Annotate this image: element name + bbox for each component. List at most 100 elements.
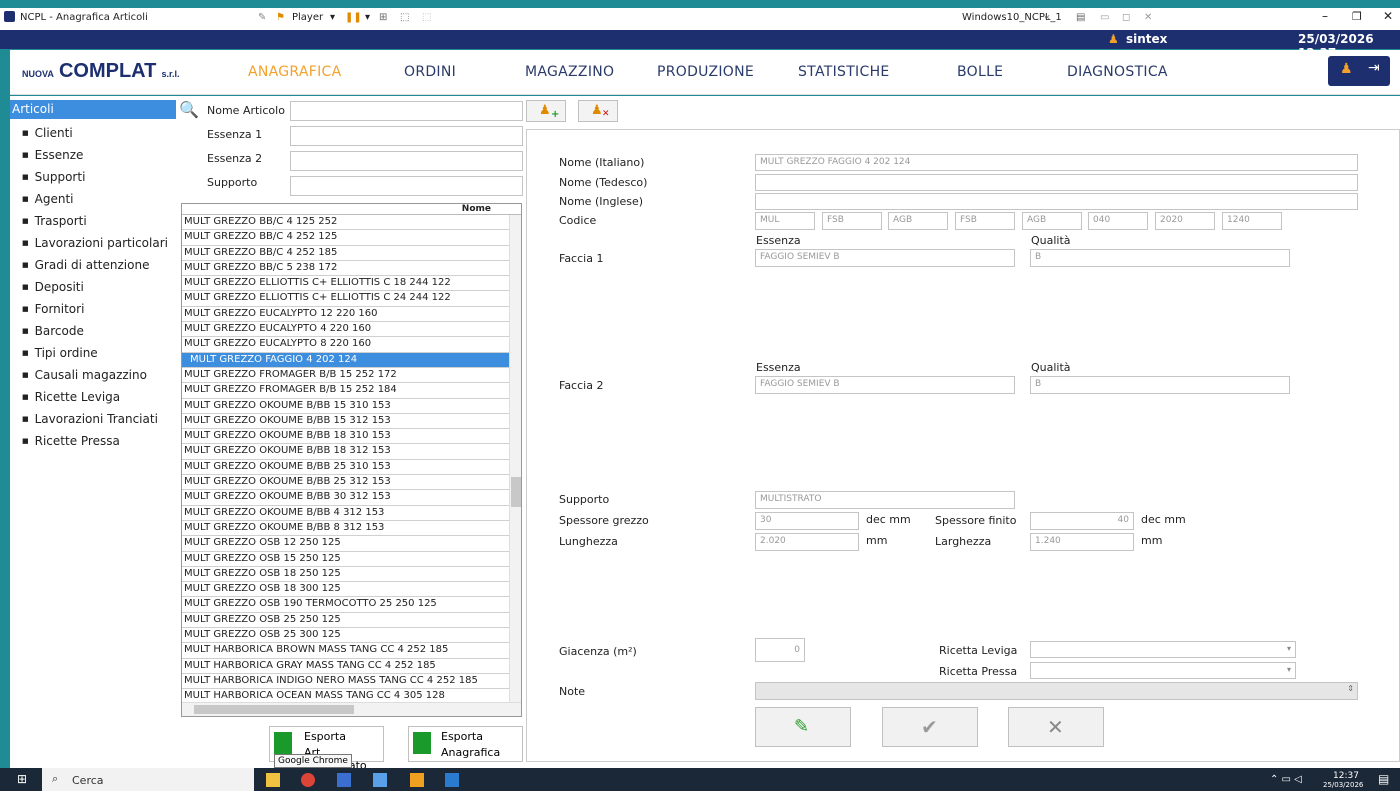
- supporto-input[interactable]: [290, 176, 523, 196]
- export-all-button[interactable]: Esporta Anagrafica: [408, 726, 523, 762]
- nome-it-field[interactable]: MULT GREZZO FAGGIO 4 202 124: [755, 154, 1358, 171]
- windows-start-icon[interactable]: ⊞: [17, 772, 27, 786]
- faccia2-essenza-field[interactable]: FAGGIO SEMIEV B: [755, 376, 1015, 394]
- sidebar-item-ricette-pressa[interactable]: Ricette Pressa: [22, 434, 120, 448]
- ricetta-leviga-select[interactable]: ▾: [1030, 641, 1296, 658]
- notifications-icon[interactable]: ▤: [1378, 772, 1389, 786]
- tray-icons[interactable]: ⌃ ▭ ◁: [1270, 774, 1302, 785]
- logout-icon[interactable]: ⇥: [1368, 60, 1380, 76]
- codice-part-2[interactable]: FSB: [822, 212, 882, 230]
- list-item[interactable]: MULT GREZZO BB/C 4 252 125: [182, 230, 521, 246]
- app-icon[interactable]: [373, 773, 387, 787]
- list-item[interactable]: MULT GREZZO OSB 12 250 125: [182, 536, 521, 552]
- vmware-icon[interactable]: [337, 773, 351, 787]
- list-item[interactable]: MULT GREZZO OSB 18 300 125: [182, 582, 521, 598]
- list-item[interactable]: MULT GREZZO EUCALYPTO 8 220 160: [182, 337, 521, 353]
- sidebar-item-causali-magazzino[interactable]: Causali magazzino: [22, 368, 147, 382]
- list-item[interactable]: MULT GREZZO OSB 25 300 125: [182, 628, 521, 644]
- sidebar-item-supporti[interactable]: Supporti: [22, 170, 86, 184]
- sidebar-item-depositi[interactable]: Depositi: [22, 280, 84, 294]
- sidebar-item-fornitori[interactable]: Fornitori: [22, 302, 85, 316]
- notes-icon[interactable]: ▤: [1076, 12, 1085, 23]
- list-item[interactable]: MULT GREZZO OKOUME B/BB 30 312 153: [182, 490, 521, 506]
- sidebar-item-tipi-ordine[interactable]: Tipi ordine: [22, 346, 98, 360]
- list-item[interactable]: MULT GREZZO OKOUME B/BB 18 310 153: [182, 429, 521, 445]
- app-icon[interactable]: [445, 773, 459, 787]
- codice-part-8[interactable]: 1240: [1222, 212, 1282, 230]
- spessore-grezzo-field[interactable]: 30: [755, 512, 859, 530]
- sidebar-item-gradi-attenzione[interactable]: Gradi di attenzione: [22, 258, 150, 272]
- list-item[interactable]: MULT GREZZO ELLIOTTIS C+ ELLIOTTIS C 24 …: [182, 291, 521, 307]
- list-item[interactable]: MULT GREZZO OSB 18 250 125: [182, 567, 521, 583]
- list-item[interactable]: MULT GREZZO EUCALYPTO 12 220 160: [182, 307, 521, 323]
- list-item[interactable]: MULT HARBORICA GRAY MASS TANG CC 4 252 1…: [182, 659, 521, 674]
- maximize-icon[interactable]: ❐: [1352, 10, 1362, 23]
- delete-articolo-button[interactable]: ♟ ✕: [578, 100, 618, 122]
- list-item[interactable]: MULT GREZZO FAGGIO 4 202 124: [182, 352, 521, 368]
- codice-part-6[interactable]: 040: [1088, 212, 1148, 230]
- nav-bolle[interactable]: BOLLE: [957, 64, 1003, 80]
- lunghezza-field[interactable]: 2.020: [755, 533, 859, 551]
- list-item[interactable]: MULT GREZZO ELLIOTTIS C+ ELLIOTTIS C 18 …: [182, 276, 521, 292]
- list-header[interactable]: Nome: [182, 204, 521, 215]
- sidebar-item-agenti[interactable]: Agenti: [22, 192, 74, 206]
- list-item[interactable]: MULT GREZZO BB/C 4 125 252: [182, 215, 521, 231]
- list-item[interactable]: MULT GREZZO OKOUME B/BB 15 310 153: [182, 399, 521, 414]
- chevron-down-icon[interactable]: ▾: [330, 12, 335, 23]
- user-icon[interactable]: ♟: [1340, 61, 1353, 77]
- list-item[interactable]: MULT GREZZO FROMAGER B/B 15 252 184: [182, 383, 521, 399]
- list-item[interactable]: MULT GREZZO OKOUME B/BB 25 312 153: [182, 475, 521, 491]
- vscrollbar-thumb[interactable]: [511, 477, 521, 507]
- codice-part-7[interactable]: 2020: [1155, 212, 1215, 230]
- list-hscrollbar[interactable]: [182, 702, 521, 716]
- list-item[interactable]: MULT GREZZO OSB 15 250 125: [182, 552, 521, 567]
- list-item[interactable]: MULT GREZZO OKOUME B/BB 4 312 153: [182, 506, 521, 521]
- list-item[interactable]: MULT GREZZO OKOUME B/BB 8 312 153: [182, 521, 521, 537]
- sidebar-item-lavorazioni-tranciati[interactable]: Lavorazioni Tranciati: [22, 412, 158, 426]
- sidebar-item-clienti[interactable]: Clienti: [22, 126, 73, 140]
- essenza2-input[interactable]: [290, 151, 523, 171]
- sidebar-item-ricette-leviga[interactable]: Ricette Leviga: [22, 390, 121, 404]
- vm-close-icon[interactable]: «: [1044, 12, 1050, 23]
- close-vm-icon[interactable]: ✕: [1144, 12, 1152, 23]
- chrome-icon[interactable]: [301, 773, 315, 787]
- close-icon[interactable]: ✕: [1383, 9, 1393, 23]
- restore-vm-icon[interactable]: ◻: [1122, 12, 1130, 23]
- sidebar-item-articoli[interactable]: Articoli: [10, 100, 176, 119]
- note-field[interactable]: ⇕: [755, 682, 1358, 700]
- nav-diagnostica[interactable]: DIAGNOSTICA: [1067, 64, 1168, 80]
- list-item[interactable]: MULT GREZZO FROMAGER B/B 15 252 172: [182, 368, 521, 384]
- list-item[interactable]: MULT GREZZO OSB 190 TERMOCOTTO 25 250 12…: [182, 597, 521, 613]
- larghezza-field[interactable]: 1.240: [1030, 533, 1134, 551]
- nav-statistiche[interactable]: STATISTICHE: [798, 64, 890, 80]
- list-item[interactable]: MULT GREZZO BB/C 5 238 172: [182, 261, 521, 277]
- fullscreen-icon[interactable]: ⬚: [400, 12, 409, 23]
- list-item[interactable]: MULT GREZZO BB/C 4 252 185: [182, 246, 521, 261]
- minimize-vm-icon[interactable]: ▭: [1100, 12, 1109, 23]
- nome-en-field[interactable]: [755, 193, 1358, 210]
- hscrollbar-thumb[interactable]: [194, 705, 354, 714]
- sidebar-item-lavorazioni-particolari[interactable]: Lavorazioni particolari: [22, 236, 168, 250]
- list-item[interactable]: MULT GREZZO OKOUME B/BB 18 312 153: [182, 444, 521, 460]
- sidebar-item-trasporti[interactable]: Trasporti: [22, 214, 87, 228]
- player-menu[interactable]: Player: [292, 12, 323, 23]
- codice-part-5[interactable]: AGB: [1022, 212, 1082, 230]
- list-item[interactable]: MULT GREZZO OKOUME B/BB 25 310 153: [182, 460, 521, 476]
- ricetta-pressa-select[interactable]: ▾: [1030, 662, 1296, 679]
- faccia1-qualita-field[interactable]: B: [1030, 249, 1290, 267]
- unity-icon[interactable]: ⬚: [422, 12, 431, 23]
- list-item[interactable]: MULT GREZZO OKOUME B/BB 15 312 153: [182, 414, 521, 430]
- codice-part-1[interactable]: MUL: [755, 212, 815, 230]
- minimize-icon[interactable]: –: [1322, 9, 1328, 23]
- supporto-detail-field[interactable]: MULTISTRATO: [755, 491, 1015, 509]
- sidebar-item-barcode[interactable]: Barcode: [22, 324, 84, 338]
- list-item[interactable]: MULT HARBORICA BROWN MASS TANG CC 4 252 …: [182, 643, 521, 659]
- codice-part-3[interactable]: AGB: [888, 212, 948, 230]
- pause-icon[interactable]: ❚❚: [345, 12, 362, 23]
- giacenza-field[interactable]: 0: [755, 638, 805, 662]
- nome-de-field[interactable]: [755, 174, 1358, 191]
- nav-magazzino[interactable]: MAGAZZINO: [525, 64, 614, 80]
- add-articolo-button[interactable]: ♟ +: [526, 100, 566, 122]
- spinner-icon[interactable]: ⇕: [1347, 684, 1354, 693]
- app-icon[interactable]: [410, 773, 424, 787]
